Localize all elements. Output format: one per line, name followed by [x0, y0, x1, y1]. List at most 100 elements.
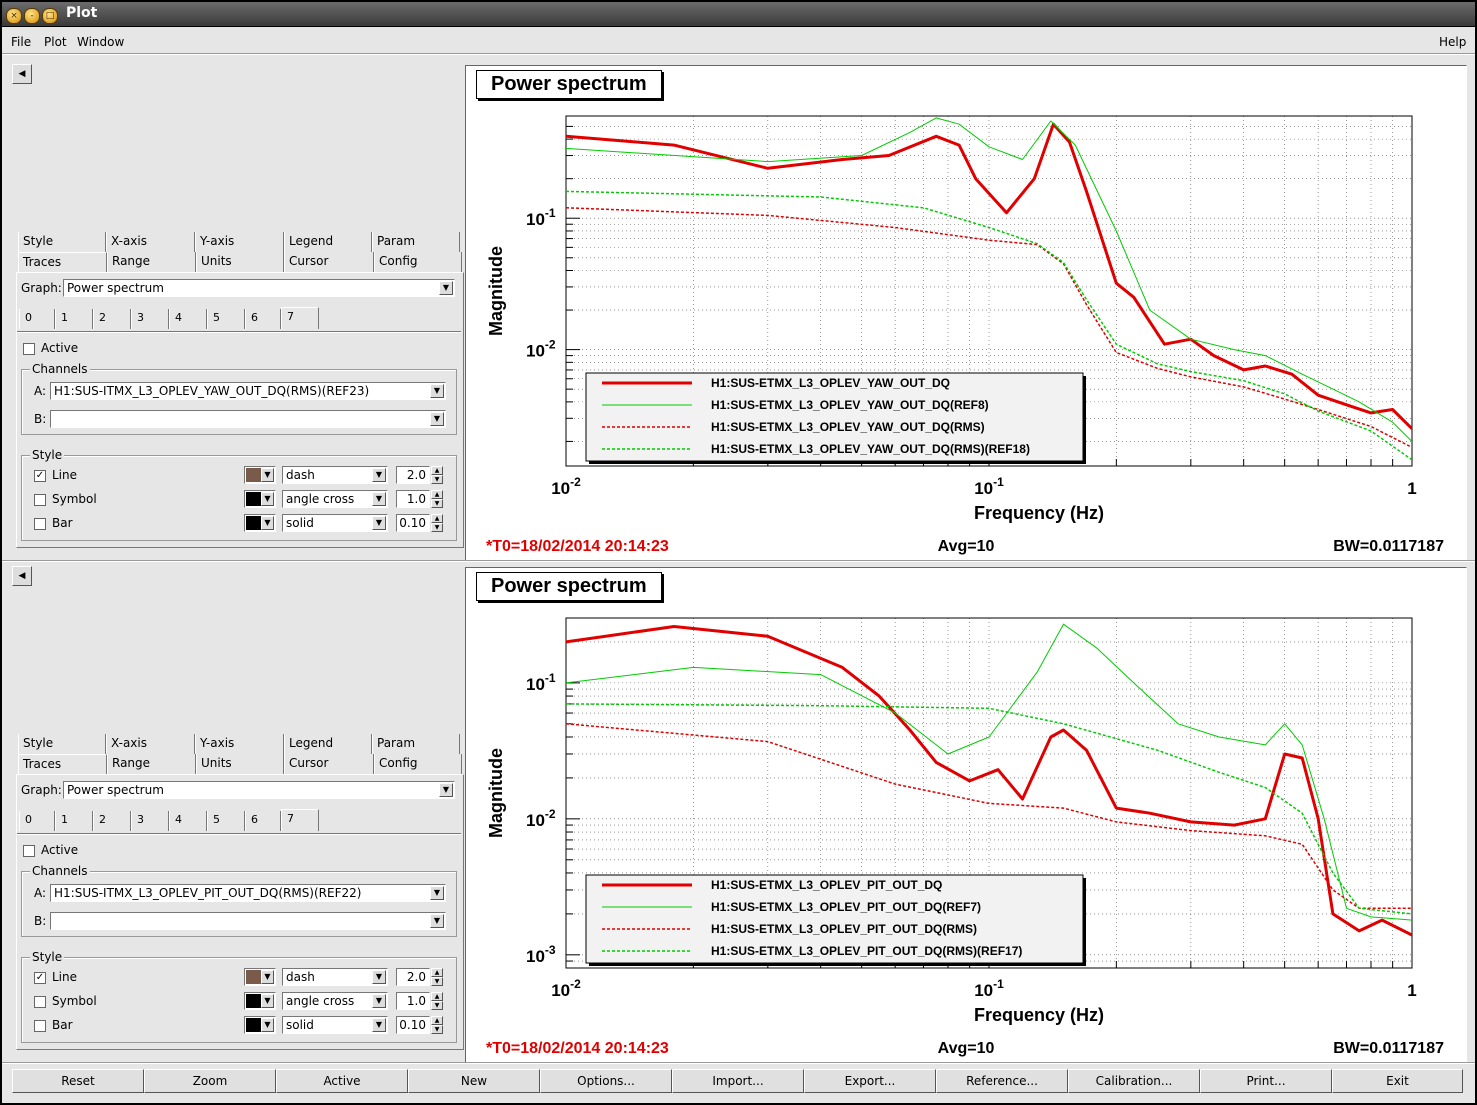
bar-style-select[interactable]: solid ▼	[282, 514, 388, 532]
line-width-value[interactable]: 2.0	[396, 466, 430, 484]
active-checkbox[interactable]	[23, 845, 35, 857]
chevron-down-icon[interactable]: ▼	[372, 516, 386, 530]
tab-traces[interactable]: Traces	[18, 252, 107, 272]
spin-up-icon[interactable]: ▲	[431, 968, 443, 977]
bar-color-select[interactable]: ▼	[244, 514, 276, 532]
tab-config[interactable]: Config	[374, 754, 462, 774]
trace-tab-1[interactable]: 1	[55, 811, 93, 831]
spectrum-chart[interactable]: 10-2 10-1 1 10-1 10-2 Frequency (Hz) Magnitude…	[466, 66, 1466, 556]
trace-tab-0[interactable]: 0	[19, 811, 55, 831]
spin-down-icon[interactable]: ▼	[431, 1001, 443, 1010]
chevron-down-icon[interactable]: ▼	[261, 994, 274, 1008]
line-width-spinner[interactable]: 2.0 ▲ ▼	[396, 466, 444, 484]
channel-a-select[interactable]: H1:SUS-ITMX_L3_OPLEV_YAW_OUT_DQ(RMS)(REF…	[50, 382, 446, 400]
exit-button[interactable]: Exit	[1332, 1069, 1463, 1093]
spin-up-icon[interactable]: ▲	[431, 1016, 443, 1025]
chevron-down-icon[interactable]: ▼	[439, 783, 453, 797]
plot-canvas[interactable]: Power spectrum 10-2 10-1 1 10-1 10-2 Frequenc…	[465, 65, 1467, 561]
tab-style[interactable]: Style	[18, 734, 106, 754]
tab-legend[interactable]: Legend	[284, 734, 372, 754]
options-button[interactable]: Options...	[540, 1069, 672, 1093]
tab-cursor[interactable]: Cursor	[284, 252, 374, 272]
symbol-checkbox[interactable]	[34, 494, 46, 506]
collapse-left-icon[interactable]: ◀	[12, 566, 32, 586]
export-button[interactable]: Export...	[804, 1069, 936, 1093]
new-button[interactable]: New	[408, 1069, 540, 1093]
spin-down-icon[interactable]: ▼	[431, 499, 443, 508]
menu-file[interactable]: File	[11, 35, 31, 49]
trace-tab-7[interactable]: 7	[281, 307, 319, 329]
chevron-down-icon[interactable]: ▼	[261, 516, 274, 530]
chevron-down-icon[interactable]: ▼	[261, 1018, 274, 1032]
symbol-color-select[interactable]: ▼	[244, 490, 276, 508]
collapse-left-icon[interactable]: ◀	[12, 64, 32, 84]
graph-select[interactable]: Power spectrum ▼	[63, 781, 455, 799]
bar-color-select[interactable]: ▼	[244, 1016, 276, 1034]
bar-width-spinner[interactable]: 0.10 ▲ ▼	[396, 1016, 444, 1034]
chevron-down-icon[interactable]: ▼	[439, 281, 453, 295]
spectrum-chart[interactable]: 10-2 10-1 1 10-1 10-2 10-3 Frequency (Hz) Magni…	[466, 568, 1466, 1058]
tab-y-axis[interactable]: Y-axis	[195, 232, 284, 252]
import-button[interactable]: Import...	[672, 1069, 804, 1093]
trace-tab-2[interactable]: 2	[93, 309, 131, 329]
channel-a-select[interactable]: H1:SUS-ITMX_L3_OPLEV_PIT_OUT_DQ(RMS)(REF…	[50, 884, 446, 902]
tab-x-axis[interactable]: X-axis	[106, 734, 195, 754]
tab-cursor[interactable]: Cursor	[284, 754, 374, 774]
spin-down-icon[interactable]: ▼	[431, 523, 443, 532]
symbol-size-spinner[interactable]: 1.0 ▲ ▼	[396, 992, 444, 1010]
bar-width-spinner[interactable]: 0.10 ▲ ▼	[396, 514, 444, 532]
chevron-down-icon[interactable]: ▼	[261, 970, 274, 984]
symbol-color-select[interactable]: ▼	[244, 992, 276, 1010]
graph-select[interactable]: Power spectrum ▼	[63, 279, 455, 297]
menu-plot[interactable]: Plot	[44, 35, 67, 49]
chevron-down-icon[interactable]: ▼	[372, 468, 386, 482]
symbol-checkbox[interactable]	[34, 996, 46, 1008]
trace-tab-4[interactable]: 4	[169, 309, 207, 329]
tab-range[interactable]: Range	[107, 754, 196, 774]
calibration-button[interactable]: Calibration...	[1068, 1069, 1200, 1093]
chevron-down-icon[interactable]: ▼	[430, 384, 444, 398]
tab-traces[interactable]: Traces	[18, 754, 107, 774]
line-checkbox[interactable]: ✓	[34, 470, 46, 482]
bar-width-value[interactable]: 0.10	[396, 514, 430, 532]
trace-tab-6[interactable]: 6	[245, 811, 281, 831]
symbol-size-value[interactable]: 1.0	[396, 992, 430, 1010]
line-color-select[interactable]: ▼	[244, 466, 276, 484]
bar-checkbox[interactable]	[34, 1020, 46, 1032]
tab-param[interactable]: Param	[372, 734, 460, 754]
reset-button[interactable]: Reset	[12, 1069, 144, 1093]
bar-width-value[interactable]: 0.10	[396, 1016, 430, 1034]
print-button[interactable]: Print...	[1200, 1069, 1332, 1093]
chevron-down-icon[interactable]: ▼	[372, 970, 386, 984]
symbol-style-select[interactable]: angle cross ▼	[282, 490, 388, 508]
spin-down-icon[interactable]: ▼	[431, 475, 443, 484]
symbol-style-select[interactable]: angle cross ▼	[282, 992, 388, 1010]
channel-b-select[interactable]: ▼	[50, 912, 446, 930]
tab-legend[interactable]: Legend	[284, 232, 372, 252]
tab-units[interactable]: Units	[196, 754, 284, 774]
bar-checkbox[interactable]	[34, 518, 46, 530]
tab-param[interactable]: Param	[372, 232, 460, 252]
trace-tab-1[interactable]: 1	[55, 309, 93, 329]
menu-help[interactable]: Help	[1439, 35, 1466, 49]
spin-down-icon[interactable]: ▼	[431, 977, 443, 986]
tab-y-axis[interactable]: Y-axis	[195, 734, 284, 754]
chevron-down-icon[interactable]: ▼	[430, 914, 444, 928]
trace-tab-3[interactable]: 3	[131, 309, 169, 329]
close-icon[interactable]: ×	[6, 8, 22, 24]
spin-up-icon[interactable]: ▲	[431, 514, 443, 523]
chevron-down-icon[interactable]: ▼	[430, 412, 444, 426]
active-checkbox[interactable]	[23, 343, 35, 355]
tab-style[interactable]: Style	[18, 232, 106, 252]
active-button[interactable]: Active	[276, 1069, 408, 1093]
reference-button[interactable]: Reference...	[936, 1069, 1068, 1093]
maximize-icon[interactable]: □	[42, 8, 58, 24]
tab-config[interactable]: Config	[374, 252, 462, 272]
spin-down-icon[interactable]: ▼	[431, 1025, 443, 1034]
tab-range[interactable]: Range	[107, 252, 196, 272]
trace-tab-6[interactable]: 6	[245, 309, 281, 329]
trace-tab-0[interactable]: 0	[19, 309, 55, 329]
chevron-down-icon[interactable]: ▼	[372, 492, 386, 506]
minimize-icon[interactable]: -	[24, 8, 40, 24]
menu-window[interactable]: Window	[77, 35, 124, 49]
